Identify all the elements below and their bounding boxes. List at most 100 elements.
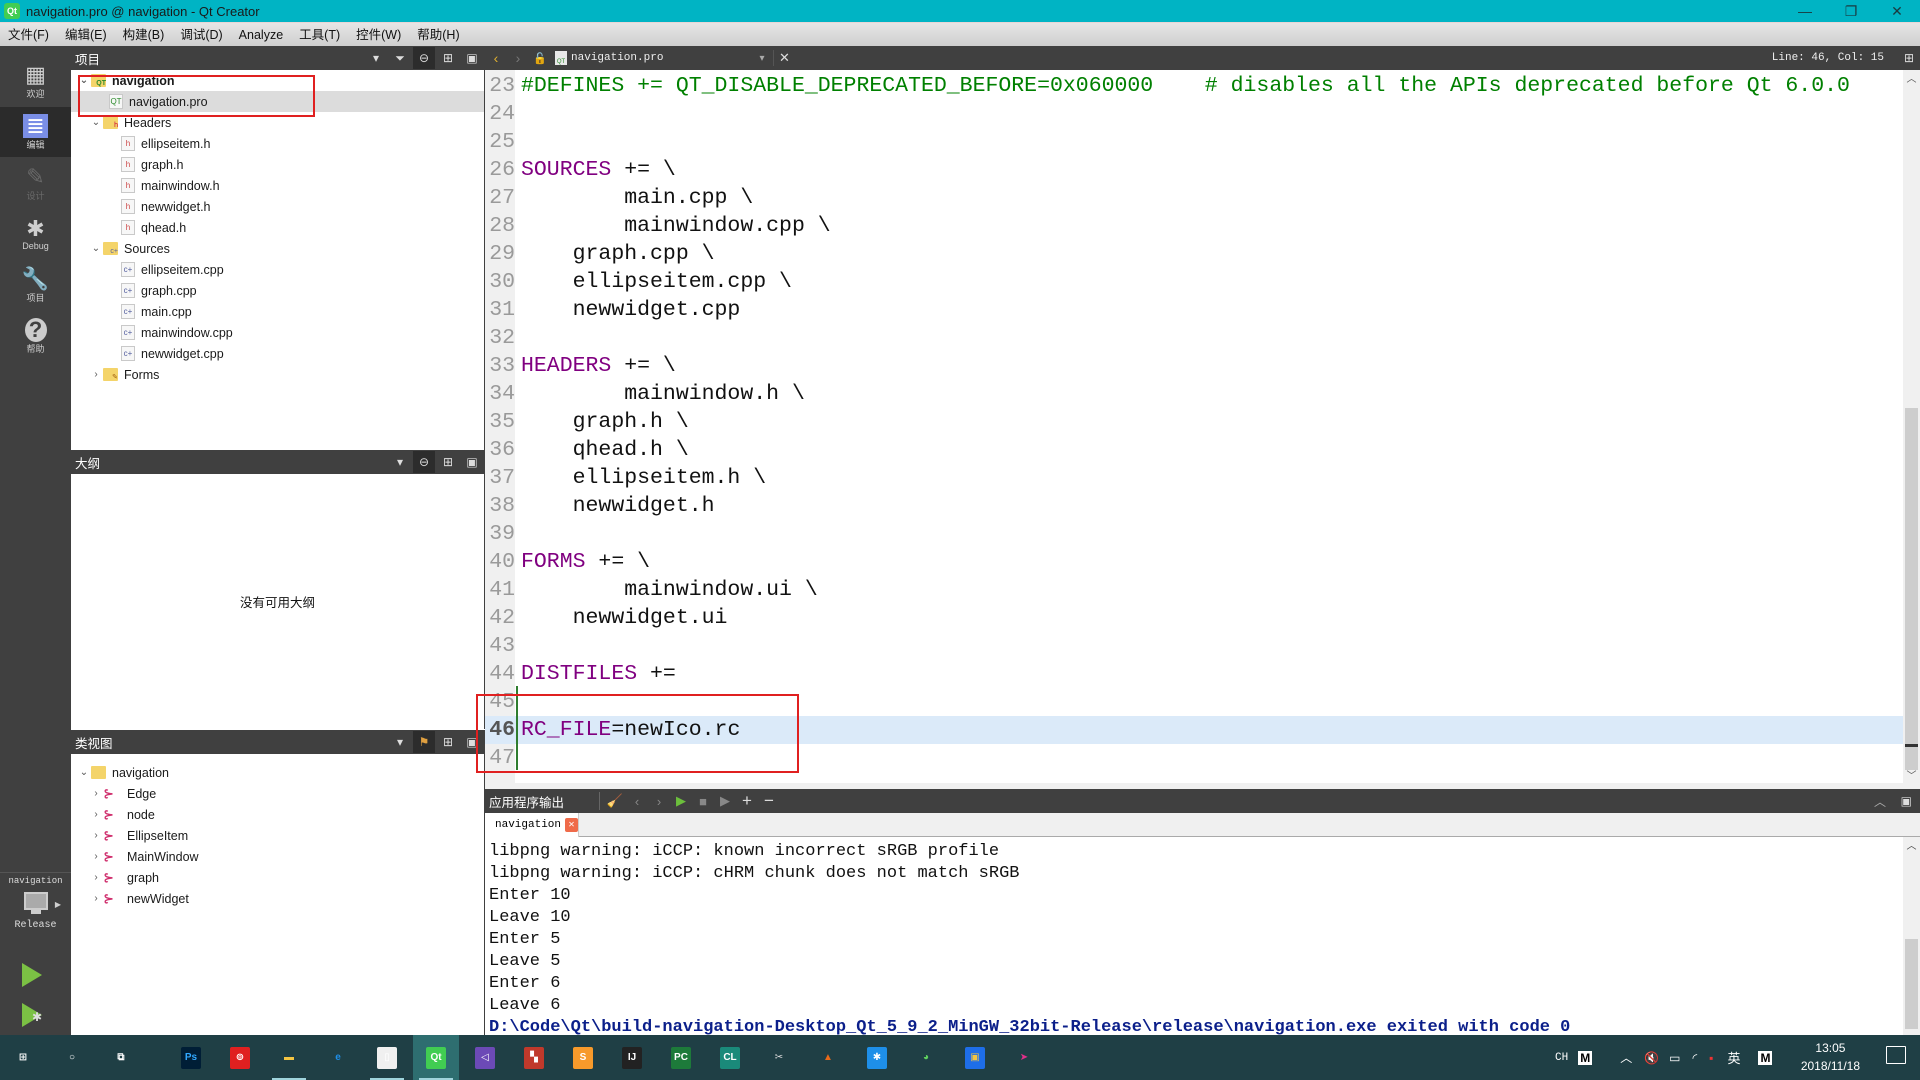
input-lang[interactable]: CH xyxy=(1555,1052,1568,1064)
scroll-up-icon[interactable]: ︿ xyxy=(1903,837,1920,852)
code-line[interactable]: 23 #DEFINES += QT_DISABLE_DEPRECATED_BEFO… xyxy=(485,72,1903,100)
taskbar-task-view[interactable]: ⧉ xyxy=(98,1035,144,1080)
split-editor-icon[interactable]: ⊞ xyxy=(1904,51,1914,65)
tree-item-header[interactable]: h graph.h xyxy=(71,154,484,175)
stop-icon[interactable]: ■ xyxy=(692,794,714,809)
split-icon[interactable]: ⊞ xyxy=(437,451,459,473)
class-root[interactable]: ⌄ navigation xyxy=(71,762,484,783)
close-pane-icon[interactable]: ▣ xyxy=(461,731,483,753)
code-line[interactable]: 36 qhead.h \ xyxy=(485,436,1903,464)
taskbar-photoshop[interactable]: Ps xyxy=(168,1035,214,1080)
code-line[interactable]: 47 xyxy=(485,744,1903,772)
code-line[interactable]: 30 ellipseitem.cpp \ xyxy=(485,268,1903,296)
tree-item-header[interactable]: h ellipseitem.h xyxy=(71,133,484,154)
scroll-down-icon[interactable]: ﹀ xyxy=(1903,767,1920,783)
file-dropdown-icon[interactable]: ▾ xyxy=(751,53,773,64)
rerun-icon[interactable]: ▶ xyxy=(670,793,692,809)
code-line[interactable]: 31 newwidget.cpp xyxy=(485,296,1903,324)
restore-button[interactable]: ❐ xyxy=(1828,0,1874,22)
taskbar-intellij-idea[interactable]: IJ xyxy=(609,1035,655,1080)
view-dropdown-icon[interactable]: ▾ xyxy=(389,451,411,473)
ime-mode[interactable]: 英 xyxy=(1727,1048,1740,1067)
menu-item-0[interactable]: 文件(F) xyxy=(0,23,57,47)
class-item[interactable]: › ⊱ Edge xyxy=(71,783,484,804)
tree-folder-headers[interactable]: ⌄ h Headers xyxy=(71,112,484,133)
clock[interactable]: 13:05 2018/11/18 xyxy=(1801,1039,1860,1075)
code-line[interactable]: 38 newwidget.h xyxy=(485,492,1903,520)
projects-pane-title[interactable]: 项目 xyxy=(75,49,100,68)
menu-item-5[interactable]: 工具(T) xyxy=(291,23,348,47)
expand-arrow-icon[interactable]: ⌄ xyxy=(89,243,103,254)
code-line[interactable]: 24 xyxy=(485,100,1903,128)
taskbar-visual-studio[interactable]: ◁ xyxy=(462,1035,508,1080)
code-line[interactable]: 39 xyxy=(485,520,1903,548)
taskbar-notepad[interactable]: ▯ xyxy=(364,1035,410,1080)
application-output[interactable]: libpng warning: iCCP: known incorrect sR… xyxy=(485,837,1920,1035)
outline-pane-title[interactable]: 大纲 xyxy=(75,453,100,472)
code-editor[interactable]: 23 #DEFINES += QT_DISABLE_DEPRECATED_BEFO… xyxy=(485,70,1920,783)
battery-icon[interactable]: ▭ xyxy=(1669,1051,1680,1065)
menu-item-6[interactable]: 控件(W) xyxy=(348,23,409,47)
close-tab-icon[interactable]: ✕ xyxy=(565,818,578,832)
output-tab-navigation[interactable]: navigation ✕ xyxy=(485,813,579,837)
tree-folder-forms[interactable]: › ✎ Forms xyxy=(71,364,484,385)
view-dropdown-icon[interactable]: ▾ xyxy=(365,47,387,69)
code-line[interactable]: 46 RC_FILE=newIco.rc xyxy=(485,716,1903,744)
mode-1[interactable]: ≣ 编辑 xyxy=(0,107,71,157)
taskbar-tools[interactable]: ✂ xyxy=(756,1035,802,1080)
code-line[interactable]: 37 ellipseitem.h \ xyxy=(485,464,1903,492)
ime-m-icon[interactable]: M xyxy=(1578,1050,1593,1065)
expand-arrow-icon[interactable]: › xyxy=(89,851,103,862)
code-line[interactable]: 25 xyxy=(485,128,1903,156)
taskbar-app-star[interactable]: ✱ xyxy=(854,1035,900,1080)
wifi-icon[interactable]: ◜ xyxy=(1693,1051,1698,1065)
tree-folder-sources[interactable]: ⌄ c+ Sources xyxy=(71,238,484,259)
zoom-in-icon[interactable]: + xyxy=(736,791,758,811)
mode-4[interactable]: 🔧 项目 xyxy=(0,260,71,310)
mode-2[interactable]: ✎ 设计 xyxy=(0,158,71,208)
filter-icon[interactable]: ⏷ xyxy=(389,47,411,69)
code-line[interactable]: 42 newwidget.ui xyxy=(485,604,1903,632)
code-line[interactable]: 32 xyxy=(485,324,1903,352)
taskbar-sublime-text[interactable]: S xyxy=(560,1035,606,1080)
menu-item-7[interactable]: 帮助(H) xyxy=(409,23,467,47)
taskbar-wechat[interactable]: ◕ xyxy=(903,1035,949,1080)
view-dropdown-icon[interactable]: ▾ xyxy=(389,731,411,753)
code-line[interactable]: 35 graph.h \ xyxy=(485,408,1903,436)
close-button[interactable]: ✕ xyxy=(1874,0,1920,22)
editor-scroll-thumb[interactable] xyxy=(1905,408,1918,770)
taskbar-netease-music[interactable]: ⊚ xyxy=(217,1035,263,1080)
tree-item-header[interactable]: h newwidget.h xyxy=(71,196,484,217)
editor-scrollbar[interactable]: ︿ ﹀ xyxy=(1903,70,1920,783)
code-line[interactable]: 44 DISTFILES += xyxy=(485,660,1903,688)
mode-0[interactable]: ▦ 欢迎 xyxy=(0,56,71,106)
expand-arrow-icon[interactable]: › xyxy=(89,809,103,820)
split-icon[interactable]: ⊞ xyxy=(437,47,459,69)
tree-item-source[interactable]: c+ newwidget.cpp xyxy=(71,343,484,364)
kit-selector[interactable]: ▶ Release xyxy=(0,888,71,944)
class-item[interactable]: › ⊱ newWidget xyxy=(71,888,484,909)
menu-item-1[interactable]: 编辑(E) xyxy=(57,23,115,47)
taskbar-clion[interactable]: CL xyxy=(707,1035,753,1080)
menu-item-4[interactable]: Analyze xyxy=(231,23,291,47)
link-editor-icon[interactable]: ⊖ xyxy=(413,451,435,473)
show-hidden-icons[interactable]: ︿ xyxy=(1620,1049,1632,1066)
notification-app-icon[interactable]: ▪ xyxy=(1709,1051,1713,1065)
output-scrollbar[interactable]: ︿ xyxy=(1903,837,1920,1035)
expand-arrow-icon[interactable]: › xyxy=(89,369,103,380)
code-line[interactable]: 29 graph.cpp \ xyxy=(485,240,1903,268)
tree-item-source[interactable]: c+ ellipseitem.cpp xyxy=(71,259,484,280)
tree-item-header[interactable]: h mainwindow.h xyxy=(71,175,484,196)
code-line[interactable]: 45 xyxy=(485,688,1903,716)
tree-item-header[interactable]: h qhead.h xyxy=(71,217,484,238)
run-button[interactable] xyxy=(22,963,42,987)
prev-item-icon[interactable]: ‹ xyxy=(626,794,648,809)
link-editor-icon[interactable]: ⊖ xyxy=(413,47,435,69)
cursor-position[interactable]: Line: 46, Col: 15 xyxy=(1772,52,1884,64)
close-document-icon[interactable]: ✕ xyxy=(773,50,795,66)
expand-arrow-icon[interactable]: › xyxy=(89,893,103,904)
action-center-icon[interactable] xyxy=(1886,1046,1906,1064)
forward-icon[interactable]: › xyxy=(507,50,529,66)
output-pane-title[interactable]: 应用程序输出 xyxy=(489,792,599,811)
close-output-pane-icon[interactable]: ▣ xyxy=(1901,794,1912,808)
